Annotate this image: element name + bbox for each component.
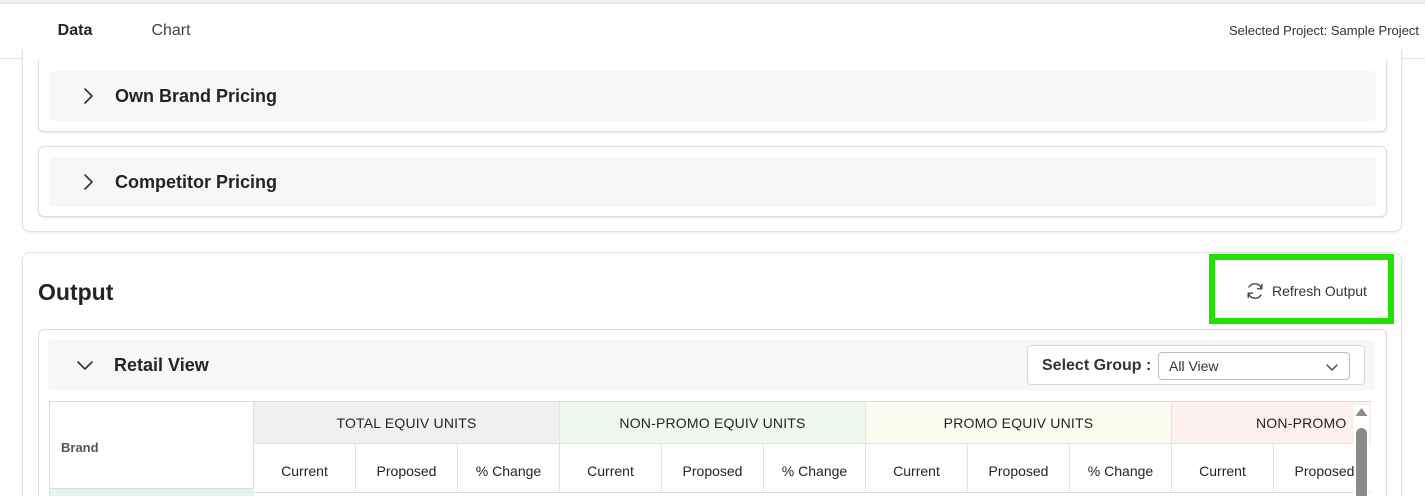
- column-header-proposed[interactable]: Proposed: [662, 444, 764, 492]
- column-header-current[interactable]: Current: [560, 444, 662, 492]
- chevron-down-icon: [1326, 364, 1338, 371]
- accordion-title: Own Brand Pricing: [115, 86, 278, 106]
- refresh-output-label: Refresh Output: [1272, 283, 1367, 299]
- column-header-brand[interactable]: Brand: [50, 402, 254, 489]
- column-header-current[interactable]: Current: [866, 444, 968, 492]
- table-vertical-scrollbar[interactable]: [1354, 405, 1369, 496]
- table-row-highlight: [50, 489, 254, 496]
- retail-view-title: Retail View: [114, 355, 209, 375]
- select-group-label: Select Group :: [1042, 357, 1152, 374]
- accordion-title: Competitor Pricing: [115, 172, 278, 192]
- accordion-competitor-pricing: Competitor Pricing: [38, 146, 1387, 217]
- chevron-down-icon: [77, 361, 93, 370]
- accordion-header-competitor-pricing[interactable]: Competitor Pricing: [49, 157, 1376, 207]
- column-header-current[interactable]: Current: [254, 444, 356, 492]
- table-row: [254, 492, 1371, 496]
- select-group-container: Select Group : All View: [1027, 345, 1365, 385]
- column-header-percent-change[interactable]: % Change: [458, 444, 560, 492]
- column-header-current[interactable]: Current: [1172, 444, 1274, 492]
- select-group-dropdown[interactable]: All View: [1158, 352, 1350, 380]
- group-header-promo-equiv-units: PROMO EQUIV UNITS: [866, 402, 1172, 444]
- column-header-proposed[interactable]: Proposed: [968, 444, 1070, 492]
- output-title: Output: [38, 279, 114, 305]
- column-header-percent-change[interactable]: % Change: [764, 444, 866, 492]
- group-header-non-promo: NON-PROMO: [1172, 402, 1371, 444]
- chevron-right-icon: [84, 88, 93, 104]
- column-header-proposed[interactable]: Proposed: [356, 444, 458, 492]
- scrollbar-thumb[interactable]: [1356, 428, 1367, 496]
- accordion-own-brand-pricing: Own Brand Pricing: [38, 60, 1387, 132]
- group-header-total-equiv-units: TOTAL EQUIV UNITS: [254, 402, 560, 444]
- refresh-output-button[interactable]: Refresh Output: [1244, 276, 1367, 306]
- scroll-up-arrow-icon[interactable]: [1354, 405, 1369, 419]
- select-group-value: All View: [1169, 358, 1219, 374]
- chevron-right-icon: [84, 174, 93, 190]
- column-header-percent-change[interactable]: % Change: [1070, 444, 1172, 492]
- accordion-header-own-brand-pricing[interactable]: Own Brand Pricing: [49, 71, 1376, 121]
- retail-view-table: Brand TOTAL EQUIV UNITS NON-PROMO EQUIV …: [49, 401, 1371, 496]
- group-header-non-promo-equiv-units: NON-PROMO EQUIV UNITS: [560, 402, 866, 444]
- refresh-icon: [1247, 283, 1263, 299]
